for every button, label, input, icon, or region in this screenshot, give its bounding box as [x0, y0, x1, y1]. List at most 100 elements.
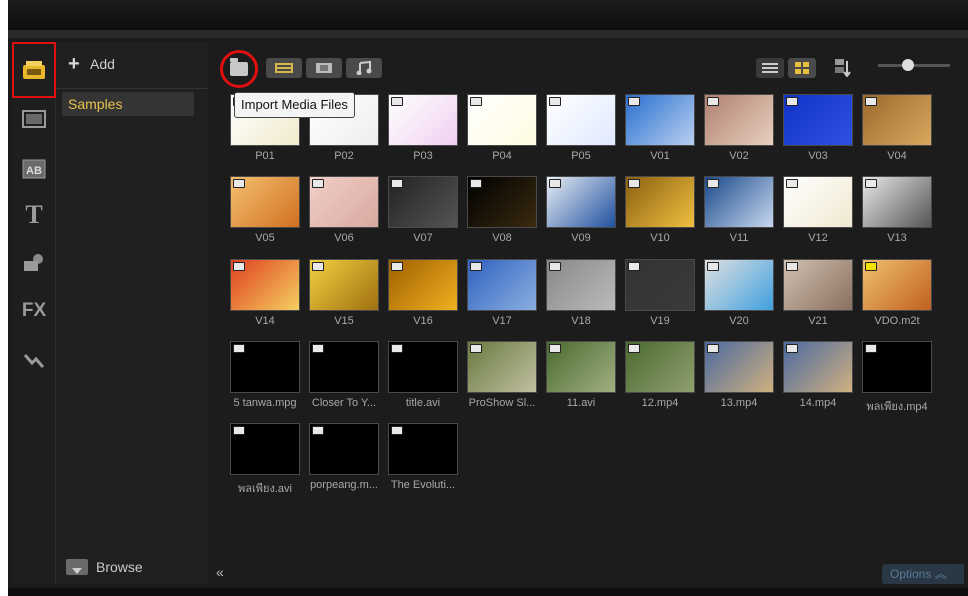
add-folder-button[interactable]: + Add	[56, 50, 206, 78]
bottom-border	[8, 588, 968, 596]
video-type-icon	[628, 344, 640, 353]
video-type-icon	[391, 262, 403, 271]
media-label: V04	[887, 150, 907, 162]
media-label: V08	[492, 232, 512, 244]
media-thumbnail[interactable]	[704, 341, 774, 393]
media-thumbnail[interactable]	[309, 341, 379, 393]
media-thumbnail[interactable]	[783, 259, 853, 311]
media-label: P03	[413, 150, 433, 162]
media-thumbnail[interactable]	[862, 341, 932, 393]
media-label: V13	[887, 232, 907, 244]
category-strip: AB T FX	[12, 42, 56, 584]
media-label: V01	[650, 150, 670, 162]
media-thumbnail[interactable]	[704, 176, 774, 228]
thumbnail-view-icon[interactable]	[788, 58, 816, 78]
media-label: 14.mp4	[799, 397, 837, 409]
text-t-icon[interactable]: T	[17, 200, 51, 230]
video-type-icon	[233, 179, 245, 188]
media-thumbnail[interactable]	[388, 341, 458, 393]
photo-type-icon	[470, 97, 482, 106]
media-label: title.avi	[405, 397, 441, 409]
media-thumbnail[interactable]	[230, 176, 300, 228]
title-ab-icon[interactable]: AB	[17, 154, 51, 184]
video-type-icon	[549, 262, 561, 271]
media-thumbnail[interactable]	[546, 94, 616, 146]
video-type-icon	[786, 179, 798, 188]
svg-text:AB: AB	[26, 165, 42, 177]
browse-button[interactable]: Browse	[66, 554, 196, 580]
media-thumbnail[interactable]	[309, 259, 379, 311]
media-thumbnail[interactable]	[783, 341, 853, 393]
media-thumbnail[interactable]	[467, 259, 537, 311]
media-label: P01	[255, 150, 275, 162]
media-label: porpeang.m...	[310, 479, 378, 491]
media-thumbnail[interactable]	[309, 176, 379, 228]
graphics-icon[interactable]	[17, 248, 51, 278]
media-thumbnail[interactable]	[862, 94, 932, 146]
video-type-icon	[707, 262, 719, 271]
library-panel: + Add Samples Browse	[56, 42, 208, 584]
video-type-icon	[470, 262, 482, 271]
media-thumbnail[interactable]	[388, 423, 458, 475]
media-thumbnail[interactable]	[546, 259, 616, 311]
zoom-slider-handle[interactable]	[902, 59, 914, 71]
fx-icon[interactable]: FX	[17, 296, 51, 326]
media-thumbnail[interactable]	[862, 176, 932, 228]
media-thumbnail[interactable]	[783, 94, 853, 146]
media-thumbnail[interactable]	[388, 176, 458, 228]
media-thumbnail[interactable]	[704, 259, 774, 311]
media-thumbnail[interactable]	[230, 259, 300, 311]
video-type-icon	[865, 262, 877, 271]
options-button[interactable]: Options ︽	[882, 564, 964, 584]
media-thumbnail[interactable]	[467, 341, 537, 393]
media-label: P05	[571, 150, 591, 162]
import-media-button[interactable]	[220, 50, 258, 88]
sort-icon[interactable]	[832, 58, 854, 78]
video-type-icon	[786, 262, 798, 271]
media-thumbnail[interactable]	[625, 259, 695, 311]
media-thumbnail[interactable]	[230, 341, 300, 393]
media-thumbnail[interactable]	[388, 94, 458, 146]
media-label: The Evoluti...	[390, 479, 456, 491]
media-thumbnail[interactable]	[230, 423, 300, 475]
media-label: 13.mp4	[720, 397, 758, 409]
media-thumbnail[interactable]	[625, 176, 695, 228]
folder-samples[interactable]: Samples	[62, 92, 194, 116]
media-thumbnail[interactable]	[388, 259, 458, 311]
media-thumbnail[interactable]	[625, 341, 695, 393]
media-thumbnail[interactable]	[546, 176, 616, 228]
media-label: V11	[729, 232, 749, 244]
video-type-icon	[470, 344, 482, 353]
media-label: V16	[413, 315, 433, 327]
path-icon[interactable]	[17, 346, 51, 376]
media-label: V19	[650, 315, 670, 327]
video-type-icon	[786, 97, 798, 106]
media-thumbnail[interactable]	[704, 94, 774, 146]
media-thumbnail[interactable]	[625, 94, 695, 146]
collapse-panel-button[interactable]: «	[216, 564, 224, 580]
zoom-slider-track[interactable]	[878, 64, 950, 67]
media-thumbnail[interactable]	[546, 341, 616, 393]
video-type-icon	[549, 344, 561, 353]
list-view-icon[interactable]	[756, 58, 784, 78]
show-video-icon[interactable]	[266, 58, 302, 78]
show-photo-icon[interactable]	[306, 58, 342, 78]
video-type-icon	[707, 344, 719, 353]
media-label: V03	[808, 150, 828, 162]
media-thumbnail[interactable]	[467, 94, 537, 146]
video-filter-icon[interactable]	[17, 104, 51, 134]
media-thumbnail[interactable]	[862, 259, 932, 311]
video-type-icon	[865, 344, 877, 353]
media-thumbnail[interactable]	[783, 176, 853, 228]
media-library-icon[interactable]	[12, 42, 56, 98]
media-thumbnail[interactable]	[467, 176, 537, 228]
photo-type-icon	[391, 97, 403, 106]
media-thumbnail[interactable]	[309, 423, 379, 475]
media-label: Closer To Y...	[311, 397, 377, 409]
media-label: 12.mp4	[641, 397, 679, 409]
video-type-icon	[391, 344, 403, 353]
media-label: พลเพียง.avi	[238, 483, 292, 495]
show-audio-icon[interactable]	[346, 58, 382, 78]
media-label: V18	[571, 315, 591, 327]
media-grid-area: Import Media Files P01 P02 P03 P04 P05 V01 V02…	[210, 42, 968, 584]
